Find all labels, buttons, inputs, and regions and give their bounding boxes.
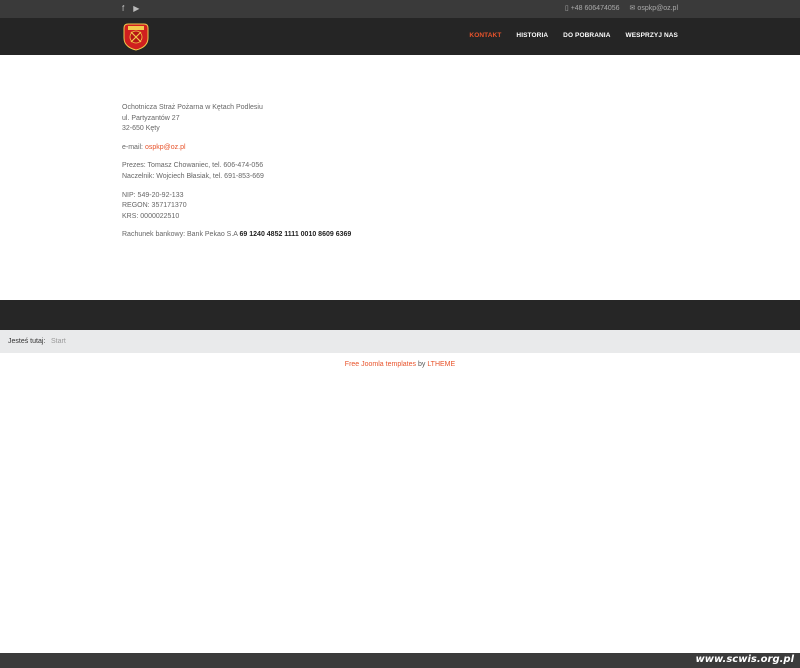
nav-kontakt[interactable]: KONTAKT [469, 32, 501, 39]
footer-credit: Free Joomla templates by LTHEME [0, 361, 800, 368]
city: 32-650 Kęty [122, 125, 160, 133]
org-name: Ochotnicza Straż Pożarna w Kętach Podles… [122, 104, 263, 111]
email-label: e-mail: [122, 143, 144, 151]
main-nav: KONTAKT HISTORIA DO POBRANIA WESPRZYJ NA… [469, 32, 678, 39]
bank-number: 69 1240 4852 1111 0010 8609 6369 [239, 231, 352, 239]
breadcrumb-label: Jesteś tutaj: [8, 338, 46, 345]
footer-band [0, 300, 800, 330]
top-contact: ▯ +48 606474056 ✉ ospkp@oz.pl [565, 4, 678, 14]
street: ul. Partyzantów 27 [122, 114, 180, 122]
envelope-icon: ✉ [629, 5, 636, 12]
nav-wesprzyj-nas[interactable]: WESPRZYJ NAS [626, 32, 679, 39]
chief: Naczelnik: Wojciech Błasiak, tel. 691-85… [122, 172, 264, 180]
bank-label: Rachunek bankowy: Bank Pekao S.A [122, 231, 238, 239]
phone-icon: ▯ [564, 5, 569, 12]
nip: NIP: 549-20-92-133 [122, 191, 184, 199]
address-block: Ochotnicza Straż Pożarna w Kętach Podles… [122, 103, 351, 135]
regon: REGON: 357171370 [122, 202, 187, 210]
watermark: www.scwis.org.pl [695, 654, 794, 665]
email-link[interactable]: ospkp@oz.pl [145, 144, 186, 151]
top-bar: f ▶ ▯ +48 606474056 ✉ ospkp@oz.pl [0, 0, 800, 18]
contact-content: Ochotnicza Straż Pożarna w Kętach Podles… [122, 103, 351, 249]
fire-brigade-logo[interactable] [122, 22, 150, 51]
site-header: KONTAKT HISTORIA DO POBRANIA WESPRZYJ NA… [0, 18, 800, 55]
top-email-text[interactable]: ospkp@oz.pl [637, 4, 678, 14]
email-block: e-mail: ospkp@oz.pl [122, 143, 351, 154]
nav-do-pobrania[interactable]: DO POBRANIA [563, 32, 610, 39]
facebook-icon[interactable]: f [122, 4, 124, 13]
breadcrumb-current: Start [51, 338, 66, 345]
social-links: f ▶ [122, 4, 139, 13]
bank-block: Rachunek bankowy: Bank Pekao S.A 69 1240… [122, 230, 351, 241]
joomla-templates-link[interactable]: Free Joomla templates [345, 361, 416, 368]
breadcrumb: Jesteś tutaj: Start [0, 330, 800, 353]
nav-historia[interactable]: HISTORIA [516, 32, 548, 39]
ltheme-link[interactable]: LTHEME [427, 361, 455, 368]
people-block: Prezes: Tomasz Chowaniec, tel. 606-474-0… [122, 161, 351, 182]
president: Prezes: Tomasz Chowaniec, tel. 606-474-0… [122, 162, 264, 170]
top-email[interactable]: ✉ ospkp@oz.pl [630, 4, 678, 14]
bottom-bar: www.scwis.org.pl [0, 653, 800, 668]
top-phone-text: +48 606474056 [570, 5, 620, 12]
krs: KRS: 0000022510 [122, 212, 180, 220]
registry-block: NIP: 549-20-92-133 REGON: 357171370 KRS:… [122, 191, 351, 223]
youtube-icon[interactable]: ▶ [133, 4, 139, 13]
credit-by: by [417, 361, 426, 368]
top-phone: ▯ +48 606474056 [565, 4, 620, 14]
